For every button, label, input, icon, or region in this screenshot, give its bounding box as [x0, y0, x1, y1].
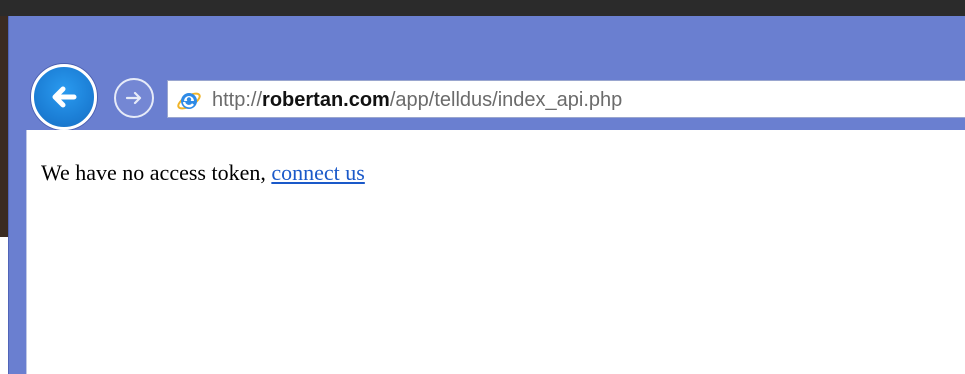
- url-path: /app/telldus/index_api.php: [389, 89, 623, 111]
- arrow-right-icon: [125, 91, 142, 105]
- page-content: We have no access token, connect us: [26, 130, 965, 374]
- arrow-left-icon: [52, 86, 77, 108]
- forward-button[interactable]: [114, 78, 154, 118]
- message-text: We have no access token,: [41, 160, 272, 185]
- url-prefix: http://: [212, 89, 263, 111]
- desktop: http://robertan.com/app/telldus/index_ap…: [0, 0, 965, 374]
- browser-window: http://robertan.com/app/telldus/index_ap…: [8, 16, 965, 374]
- address-url[interactable]: http://robertan.com/app/telldus/index_ap…: [212, 88, 622, 112]
- address-bar[interactable]: http://robertan.com/app/telldus/index_ap…: [167, 80, 965, 118]
- back-button[interactable]: [31, 64, 97, 130]
- browser-toolbar: http://robertan.com/app/telldus/index_ap…: [9, 16, 965, 130]
- url-domain: robertan.com: [262, 89, 390, 111]
- access-token-message: We have no access token, connect us: [41, 160, 365, 186]
- internet-explorer-icon: [177, 92, 201, 110]
- connect-us-link[interactable]: connect us: [271, 160, 364, 185]
- desktop-background-top: [0, 0, 965, 16]
